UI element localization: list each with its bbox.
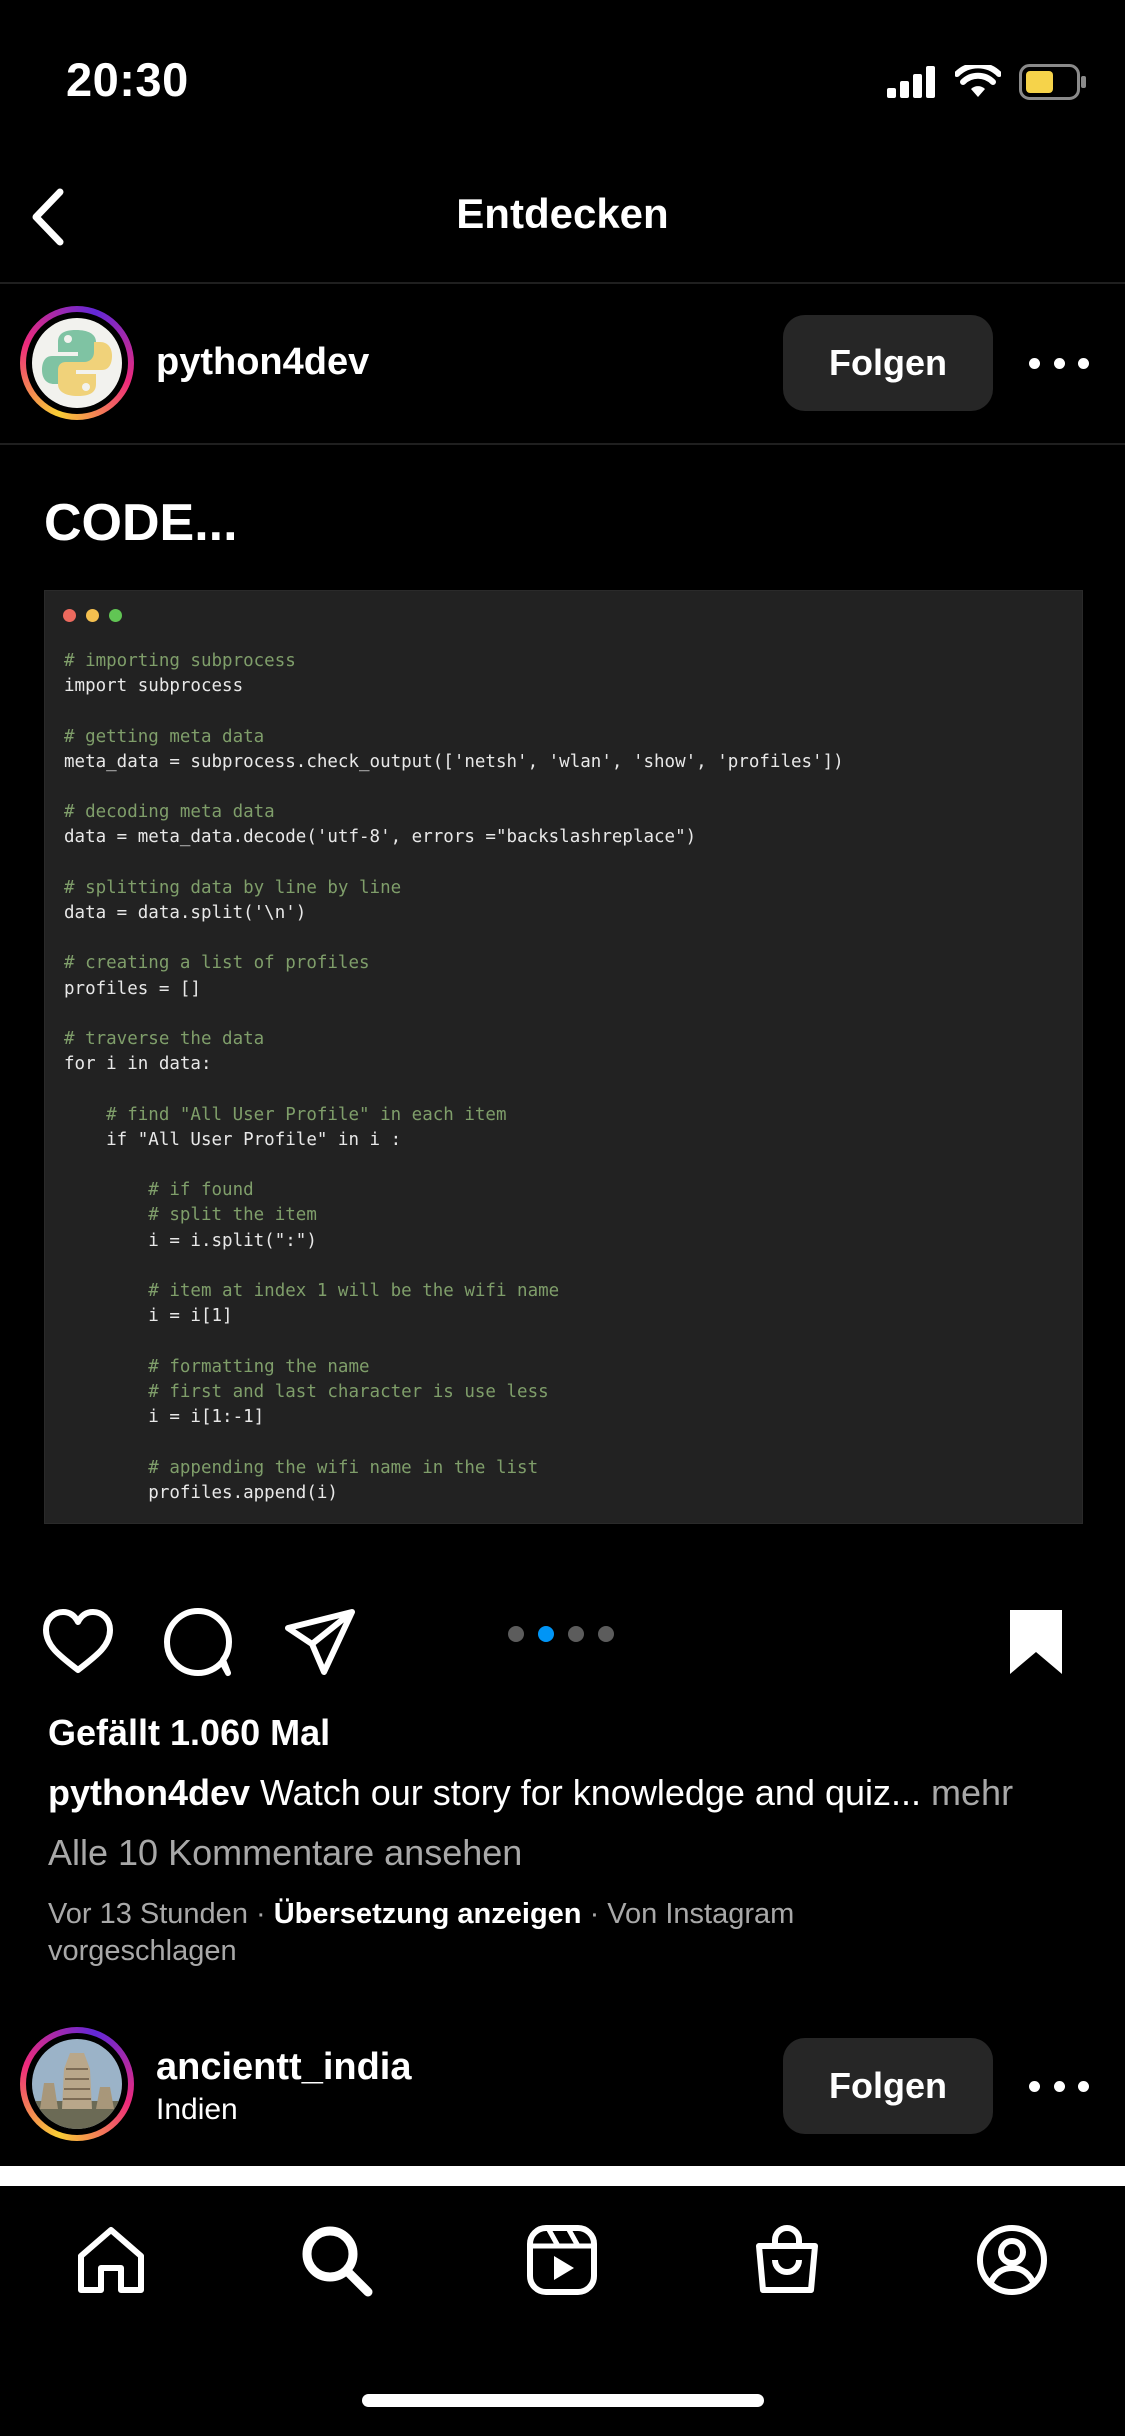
shop-icon[interactable] [749,2222,825,2298]
code-line: profiles.append(i) [64,1482,338,1503]
next-more-options-icon[interactable] [1029,2076,1089,2096]
code-line: # formatting the name [64,1356,370,1377]
code-snippet-image: # importing subprocess import subprocess… [44,590,1083,1524]
code-line: # split the item [64,1205,317,1226]
code-line: # getting meta data [64,726,265,747]
post-username[interactable]: python4dev [156,341,369,384]
view-comments-link[interactable]: Alle 10 Kommentare ansehen [48,1832,522,1874]
battery-icon [1019,64,1086,100]
carousel-dot [598,1626,614,1642]
follow-button[interactable]: Folgen [783,315,993,411]
post-caption: python4dev Watch our story for knowledge… [48,1772,1088,1814]
more-options-icon[interactable] [1029,353,1089,373]
share-send-icon[interactable] [282,1604,358,1680]
code-line: i = i[1] [64,1306,233,1327]
post-avatar[interactable] [20,306,134,420]
post-time: Vor 13 Stunden [48,1898,248,1930]
home-indicator[interactable] [362,2394,764,2407]
status-icons [887,60,1087,104]
code-line: # item at index 1 will be the wifi name [64,1281,560,1302]
code-line: i = i.split(":") [64,1230,317,1251]
code-line: # splitting data by line by line [64,877,402,898]
header-divider [0,282,1125,284]
code-line: # appending the wifi name in the list [64,1457,539,1478]
signal-icon [887,66,935,98]
code-line: for i in data: [64,1054,212,1075]
code-line: data = meta_data.decode('utf-8', errors … [64,827,697,848]
code-line: profiles = [] [64,978,201,999]
carousel-dot [538,1626,554,1642]
code-line: import subprocess [64,676,244,697]
code-line: i = i[1:-1] [64,1407,265,1428]
bookmark-icon[interactable] [998,1604,1074,1680]
home-icon[interactable] [73,2222,149,2298]
next-post-username[interactable]: ancientt_india [156,2046,412,2089]
like-heart-icon[interactable] [40,1604,116,1680]
next-follow-button[interactable]: Folgen [783,2038,993,2134]
page-title: Entdecken [456,190,669,237]
comment-icon[interactable] [160,1604,236,1680]
reels-icon[interactable] [524,2222,600,2298]
carousel-indicator [508,1626,614,1642]
code-line: data = data.split('\n') [64,903,307,924]
show-translation-link[interactable]: Übersetzung anzeigen [274,1898,582,1930]
likes-count[interactable]: Gefällt 1.060 Mal [48,1712,330,1754]
code-line: # if found [64,1180,254,1201]
temple-photo [32,2039,122,2129]
post-image-heading: CODE... [44,494,238,552]
search-icon[interactable] [298,2222,374,2298]
next-post-avatar[interactable] [20,2027,134,2141]
profile-icon[interactable] [974,2222,1050,2298]
python-logo-icon [32,318,122,408]
next-post-location[interactable]: Indien [156,2093,238,2127]
wifi-icon [955,65,1001,97]
caption-username[interactable]: python4dev [48,1772,250,1813]
post-meta: Vor 13 Stunden · Übersetzung anzeigen · … [48,1898,795,1967]
next-post-image-edge [0,2166,1125,2186]
code-line: # find "All User Profile" in each item [64,1104,507,1125]
code-text: # importing subprocess import subprocess… [64,649,844,1506]
carousel-dot [568,1626,584,1642]
code-line: # first and last character is use less [64,1381,549,1402]
code-line: if "All User Profile" in i : [64,1129,402,1150]
window-controls [63,609,122,622]
suggested-label-1: Von Instagram [607,1898,795,1930]
caption-more-link[interactable]: mehr [921,1772,1013,1813]
code-line: # creating a list of profiles [64,953,370,974]
code-line: meta_data = subprocess.check_output(['ne… [64,751,844,772]
code-line: # importing subprocess [64,651,296,671]
caption-text: Watch our story for knowledge and quiz..… [250,1772,922,1813]
status-time: 20:30 [66,53,189,106]
suggested-label-2: vorgeschlagen [48,1935,237,1967]
code-line: # traverse the data [64,1029,265,1050]
carousel-dot [508,1626,524,1642]
post-header-divider [0,443,1125,445]
code-line: # decoding meta data [64,802,275,823]
